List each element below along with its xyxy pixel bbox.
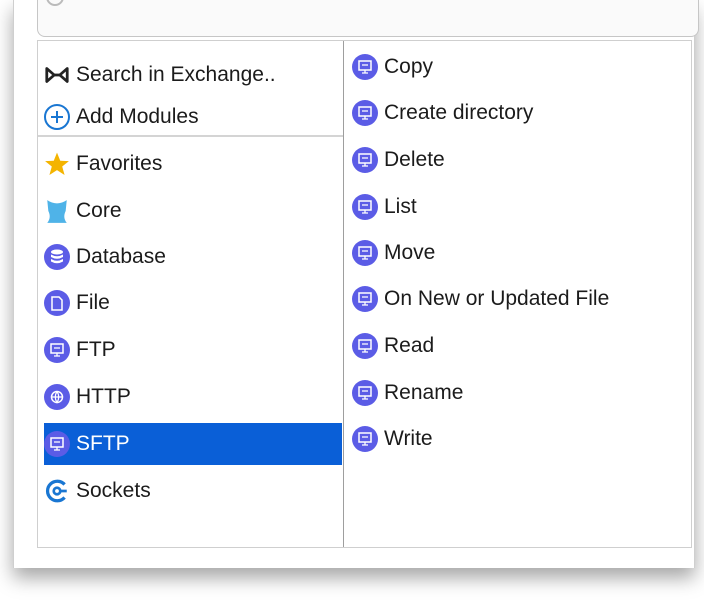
star-icon xyxy=(44,151,70,177)
list-divider xyxy=(38,135,343,137)
sftp-operation-icon xyxy=(352,147,378,173)
database-icon xyxy=(44,244,70,270)
globe-icon xyxy=(44,384,70,410)
sidebar-item-label: Sockets xyxy=(76,479,151,502)
search-icon xyxy=(46,0,64,6)
sftp-operation-icon xyxy=(352,194,378,220)
sidebar-item-label: Core xyxy=(76,199,122,222)
sidebar-item-label: Search in Exchange.. xyxy=(76,63,276,86)
operation-item-create-directory[interactable]: Create directory xyxy=(352,97,533,129)
operation-item-write[interactable]: Write xyxy=(352,423,433,455)
operation-label: On New or Updated File xyxy=(384,287,610,310)
operation-item-copy[interactable]: Copy xyxy=(352,51,433,83)
sftp-operation-icon xyxy=(352,100,378,126)
sftp-operation-icon xyxy=(352,240,378,266)
palette-panel: Search in Exchange.. Add Modules Favorit… xyxy=(37,40,692,548)
sftp-operation-icon xyxy=(352,426,378,452)
sidebar-item-sftp[interactable]: SFTP xyxy=(44,428,130,460)
operation-label: Read xyxy=(384,334,435,357)
sidebar-item-favorites[interactable]: Favorites xyxy=(44,148,162,180)
sftp-icon xyxy=(44,431,70,457)
operation-item-on-new-or-updated-file[interactable]: On New or Updated File xyxy=(352,283,609,315)
sidebar-item-core[interactable]: Core xyxy=(44,195,122,227)
search-field[interactable] xyxy=(37,0,699,37)
sftp-operation-icon xyxy=(352,380,378,406)
operation-label: Delete xyxy=(384,148,445,171)
sidebar-item-label: Database xyxy=(76,245,166,268)
operation-label: Copy xyxy=(384,55,434,78)
sidebar-item-search-exchange[interactable]: Search in Exchange.. xyxy=(44,59,276,91)
sidebar-item-label: FTP xyxy=(76,338,116,361)
sockets-icon xyxy=(44,478,70,504)
sidebar-item-sockets[interactable]: Sockets xyxy=(44,475,151,507)
core-icon xyxy=(44,198,70,224)
operation-item-read[interactable]: Read xyxy=(352,330,434,362)
file-icon xyxy=(44,290,70,316)
sidebar-item-file[interactable]: File xyxy=(44,287,110,319)
sidebar-item-label: HTTP xyxy=(76,385,131,408)
sidebar-item-http[interactable]: HTTP xyxy=(44,381,131,413)
operation-item-move[interactable]: Move xyxy=(352,237,435,269)
operation-label: Create directory xyxy=(384,101,534,124)
operation-label: Move xyxy=(384,241,436,264)
sftp-operation-icon xyxy=(352,333,378,359)
plus-circle-icon xyxy=(44,104,70,130)
sidebar-item-label: SFTP xyxy=(76,432,130,455)
sidebar-item-ftp[interactable]: FTP xyxy=(44,334,116,366)
sidebar-item-label: Add Modules xyxy=(76,105,199,128)
module-list: Search in Exchange.. Add Modules Favorit… xyxy=(38,41,344,547)
operation-list: Copy Create directory Delete List Move O… xyxy=(344,41,691,547)
sidebar-item-database[interactable]: Database xyxy=(44,241,166,273)
operation-item-rename[interactable]: Rename xyxy=(352,377,463,409)
sidebar-item-label: Favorites xyxy=(76,152,163,175)
operation-item-delete[interactable]: Delete xyxy=(352,144,445,176)
operation-item-list[interactable]: List xyxy=(352,191,417,223)
sftp-operation-icon xyxy=(352,54,378,80)
sftp-operation-icon xyxy=(352,286,378,312)
operation-label: List xyxy=(384,195,417,218)
operation-label: Rename xyxy=(384,381,464,404)
ftp-icon xyxy=(44,337,70,363)
sidebar-item-label: File xyxy=(76,291,110,314)
sidebar-item-add-modules[interactable]: Add Modules xyxy=(44,101,199,133)
exchange-icon xyxy=(44,62,70,88)
operation-label: Write xyxy=(384,427,433,450)
